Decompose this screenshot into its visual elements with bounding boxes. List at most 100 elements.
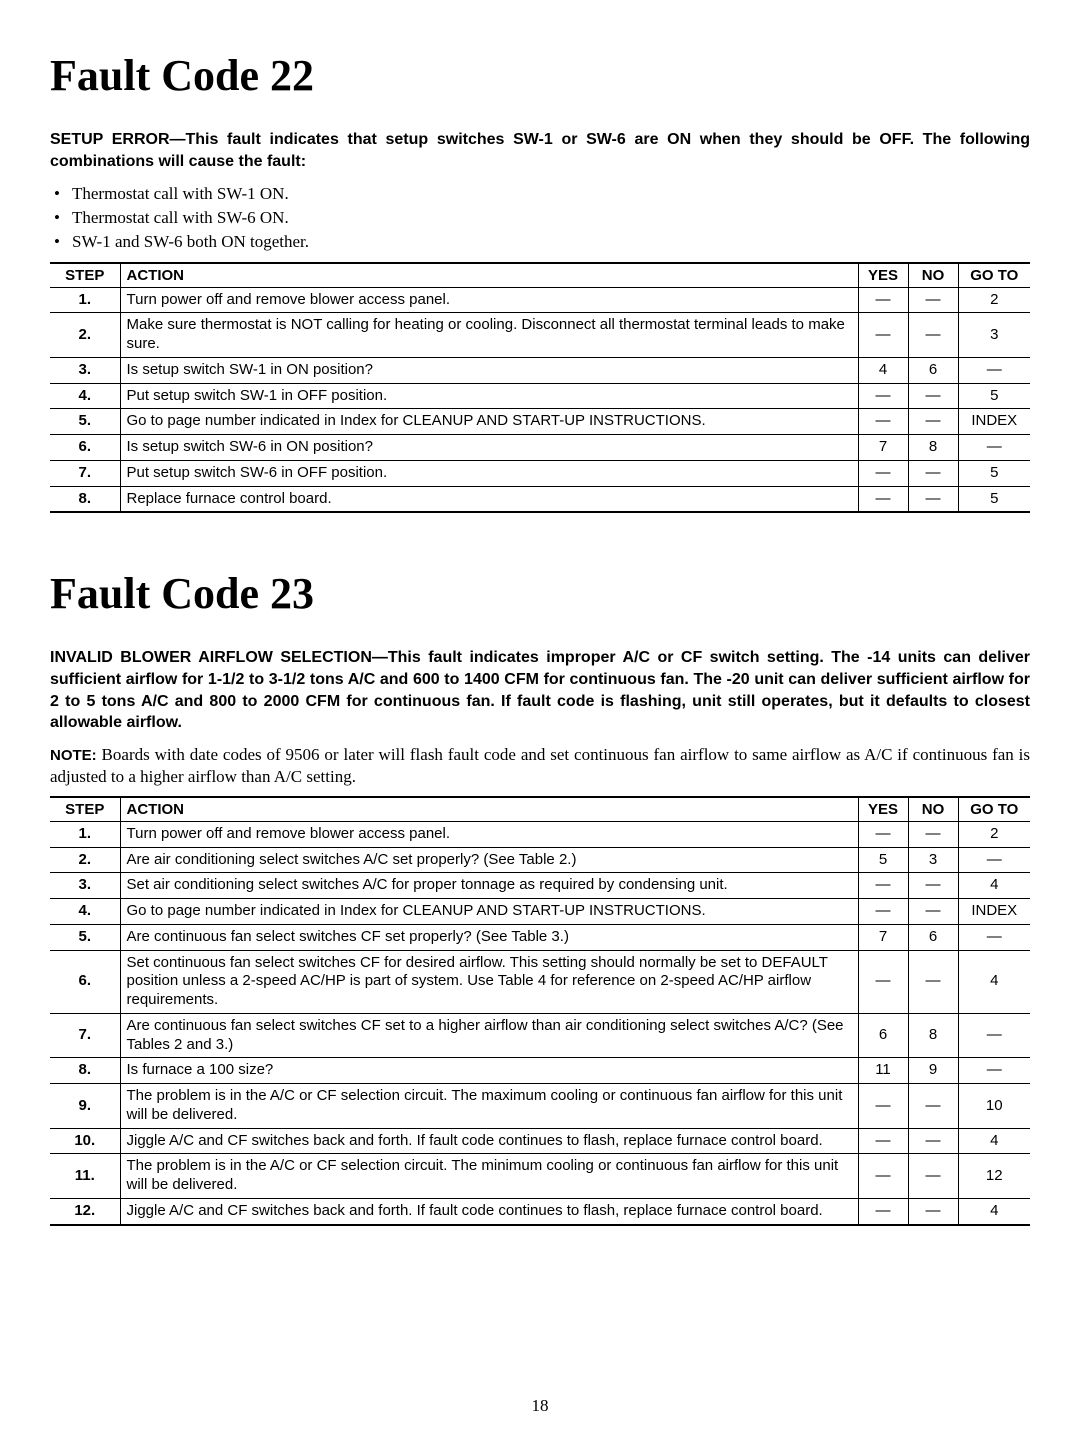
th-step: STEP (50, 797, 120, 822)
yes-cell: — (858, 1128, 908, 1154)
goto-cell: — (958, 357, 1030, 383)
table-row: 6.Is setup switch SW-6 in ON position?78… (50, 435, 1030, 461)
step-cell: 4. (50, 899, 120, 925)
table-row: 9.The problem is in the A/C or CF select… (50, 1084, 1030, 1129)
step-cell: 3. (50, 873, 120, 899)
fc22-causes: Thermostat call with SW-1 ON. Thermostat… (50, 182, 1030, 253)
th-no: NO (908, 263, 958, 288)
fc22-intro: SETUP ERROR—This fault indicates that se… (50, 129, 1030, 172)
th-action: ACTION (120, 797, 858, 822)
goto-cell: — (958, 924, 1030, 950)
th-action: ACTION (120, 263, 858, 288)
action-cell: Jiggle A/C and CF switches back and fort… (120, 1128, 858, 1154)
step-cell: 2. (50, 847, 120, 873)
fc23-note: NOTE: Boards with date codes of 9506 or … (50, 744, 1030, 788)
goto-cell: — (958, 847, 1030, 873)
step-cell: 9. (50, 1084, 120, 1129)
goto-cell: — (958, 435, 1030, 461)
yes-cell: — (858, 313, 908, 358)
goto-cell: INDEX (958, 409, 1030, 435)
table-row: 1.Turn power off and remove blower acces… (50, 821, 1030, 847)
no-cell: 9 (908, 1058, 958, 1084)
action-cell: Put setup switch SW-6 in OFF position. (120, 460, 858, 486)
th-goto: GO TO (958, 263, 1030, 288)
cause-item: Thermostat call with SW-6 ON. (72, 206, 1030, 230)
table-row: 5.Go to page number indicated in Index f… (50, 409, 1030, 435)
no-cell: — (908, 899, 958, 925)
table-row: 6.Set continuous fan select switches CF … (50, 950, 1030, 1013)
yes-cell: — (858, 383, 908, 409)
no-cell: 3 (908, 847, 958, 873)
goto-cell: 5 (958, 486, 1030, 512)
no-cell: 8 (908, 435, 958, 461)
cause-item: SW-1 and SW-6 both ON together. (72, 230, 1030, 254)
yes-cell: 11 (858, 1058, 908, 1084)
note-body: Boards with date codes of 9506 or later … (50, 745, 1030, 786)
goto-cell: 4 (958, 950, 1030, 1013)
no-cell: — (908, 287, 958, 313)
action-cell: Jiggle A/C and CF switches back and fort… (120, 1198, 858, 1224)
goto-cell: 3 (958, 313, 1030, 358)
table-row: 2.Are air conditioning select switches A… (50, 847, 1030, 873)
table-row: 4.Go to page number indicated in Index f… (50, 899, 1030, 925)
action-cell: Are air conditioning select switches A/C… (120, 847, 858, 873)
no-cell: — (908, 1084, 958, 1129)
table-row: 11.The problem is in the A/C or CF selec… (50, 1154, 1030, 1199)
goto-cell: 5 (958, 383, 1030, 409)
yes-cell: — (858, 899, 908, 925)
goto-cell: 4 (958, 873, 1030, 899)
step-cell: 11. (50, 1154, 120, 1199)
table-row: 8.Replace furnace control board.——5 (50, 486, 1030, 512)
yes-cell: 6 (858, 1013, 908, 1058)
no-cell: — (908, 950, 958, 1013)
action-cell: Go to page number indicated in Index for… (120, 409, 858, 435)
goto-cell: 5 (958, 460, 1030, 486)
goto-cell: 12 (958, 1154, 1030, 1199)
step-cell: 8. (50, 486, 120, 512)
fc23-table: STEP ACTION YES NO GO TO 1.Turn power of… (50, 796, 1030, 1226)
goto-cell: 4 (958, 1198, 1030, 1224)
yes-cell: — (858, 287, 908, 313)
action-cell: Set air conditioning select switches A/C… (120, 873, 858, 899)
table-row: 7.Are continuous fan select switches CF … (50, 1013, 1030, 1058)
yes-cell: 7 (858, 435, 908, 461)
action-cell: Is setup switch SW-1 in ON position? (120, 357, 858, 383)
no-cell: — (908, 821, 958, 847)
table-row: 3.Is setup switch SW-1 in ON position?46… (50, 357, 1030, 383)
goto-cell: — (958, 1013, 1030, 1058)
yes-cell: — (858, 873, 908, 899)
action-cell: Put setup switch SW-1 in OFF position. (120, 383, 858, 409)
no-cell: — (908, 873, 958, 899)
no-cell: — (908, 460, 958, 486)
goto-cell: INDEX (958, 899, 1030, 925)
goto-cell: 2 (958, 287, 1030, 313)
yes-cell: 5 (858, 847, 908, 873)
th-goto: GO TO (958, 797, 1030, 822)
no-cell: — (908, 1154, 958, 1199)
yes-cell: — (858, 950, 908, 1013)
action-cell: Are continuous fan select switches CF se… (120, 1013, 858, 1058)
table-row: 2.Make sure thermostat is NOT calling fo… (50, 313, 1030, 358)
goto-cell: 10 (958, 1084, 1030, 1129)
no-cell: 8 (908, 1013, 958, 1058)
table-row: 1.Turn power off and remove blower acces… (50, 287, 1030, 313)
yes-cell: — (858, 460, 908, 486)
fc23-intro: INVALID BLOWER AIRFLOW SELECTION—This fa… (50, 647, 1030, 733)
table-row: 7.Put setup switch SW-6 in OFF position.… (50, 460, 1030, 486)
step-cell: 1. (50, 821, 120, 847)
yes-cell: — (858, 1198, 908, 1224)
fc22-table: STEP ACTION YES NO GO TO 1.Turn power of… (50, 262, 1030, 514)
step-cell: 7. (50, 460, 120, 486)
th-no: NO (908, 797, 958, 822)
step-cell: 5. (50, 924, 120, 950)
table-row: 8.Is furnace a 100 size?119— (50, 1058, 1030, 1084)
no-cell: — (908, 486, 958, 512)
step-cell: 2. (50, 313, 120, 358)
step-cell: 5. (50, 409, 120, 435)
no-cell: 6 (908, 924, 958, 950)
th-yes: YES (858, 263, 908, 288)
step-cell: 4. (50, 383, 120, 409)
th-yes: YES (858, 797, 908, 822)
action-cell: Set continuous fan select switches CF fo… (120, 950, 858, 1013)
step-cell: 6. (50, 950, 120, 1013)
